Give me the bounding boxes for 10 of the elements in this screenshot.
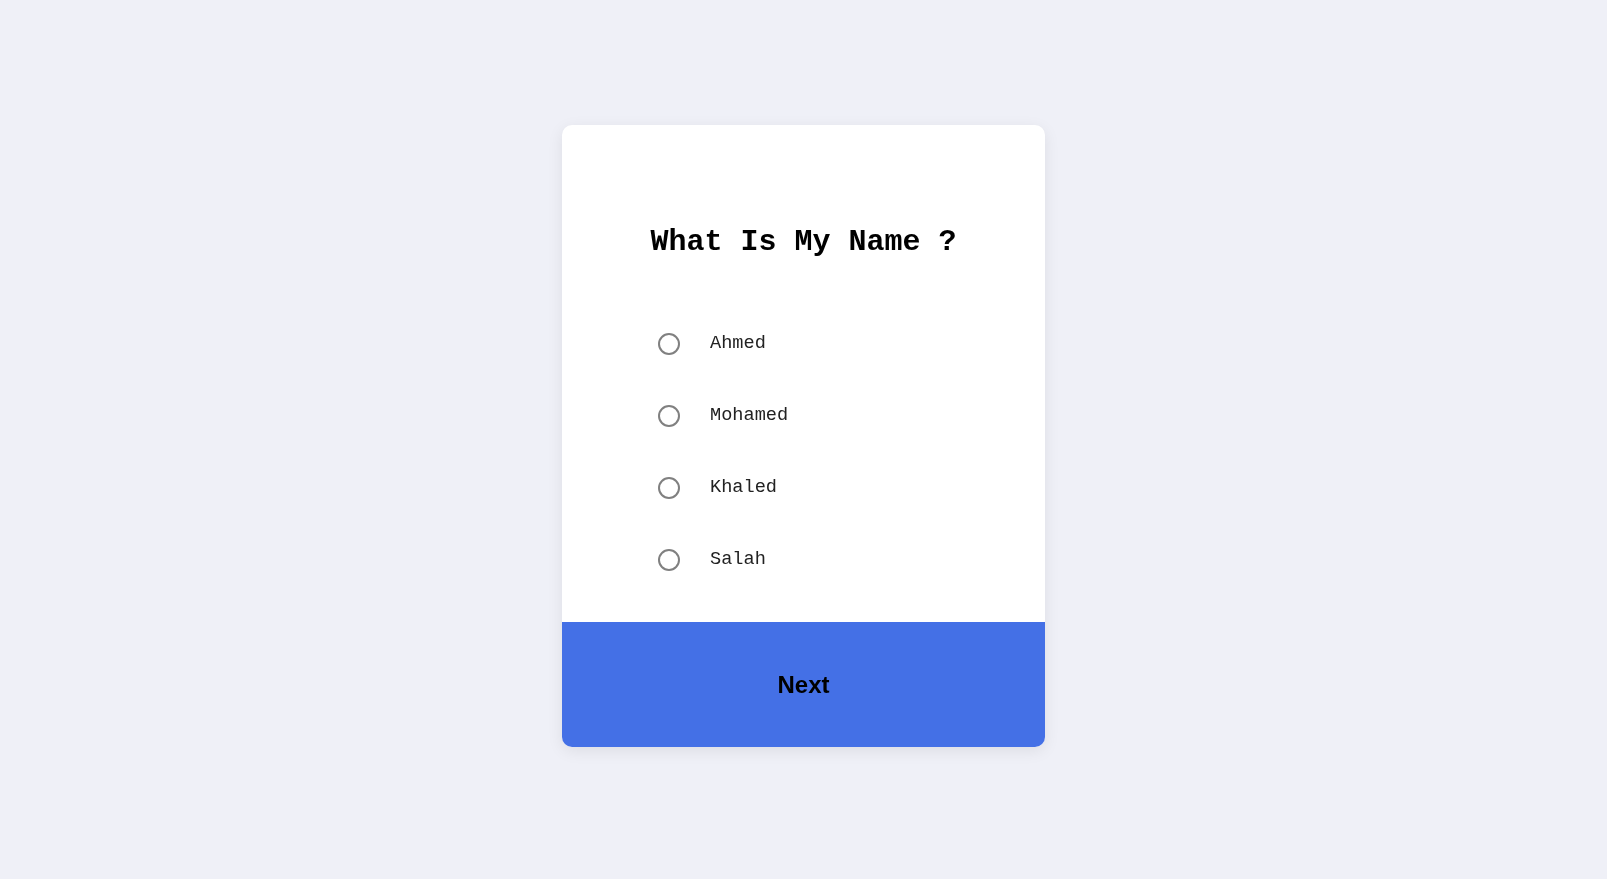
option-label: Khaled	[710, 476, 777, 501]
option-label: Ahmed	[710, 332, 766, 357]
next-button[interactable]: Next	[562, 622, 1045, 747]
question-title: What Is My Name ?	[650, 224, 957, 260]
radio-button[interactable]	[658, 549, 680, 571]
option-label: Salah	[710, 548, 766, 573]
radio-button[interactable]	[658, 333, 680, 355]
radio-button[interactable]	[658, 405, 680, 427]
radio-button[interactable]	[658, 477, 680, 499]
option-label: Mohamed	[710, 404, 789, 429]
